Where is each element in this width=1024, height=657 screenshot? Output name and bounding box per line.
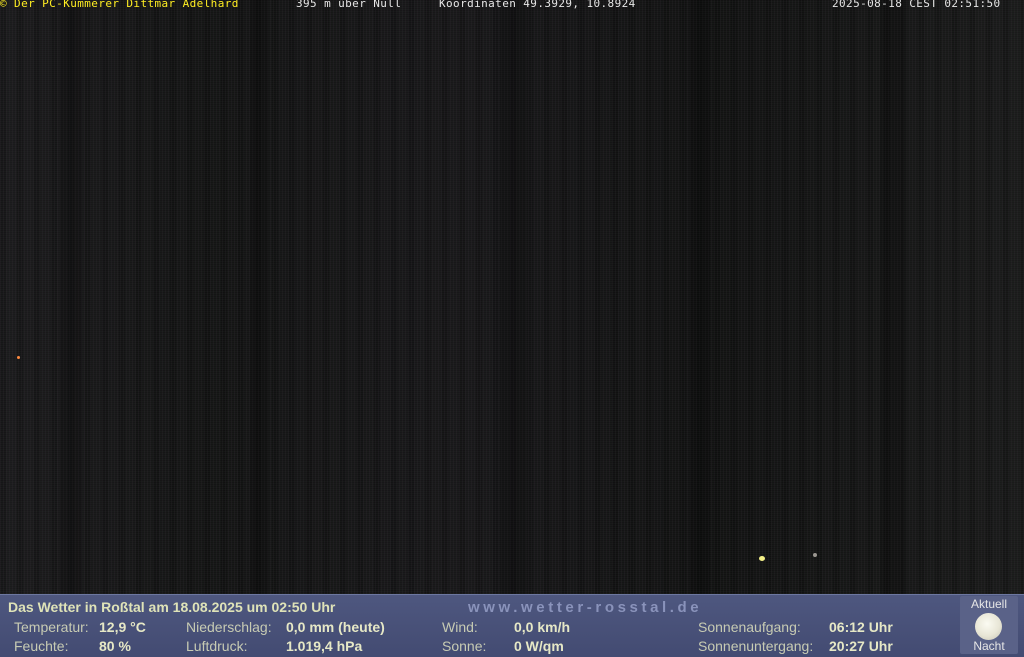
- wind-value: 0,0 km/h: [514, 619, 571, 635]
- temperature-value: 12,9 °C: [99, 619, 146, 635]
- precipitation-label: Niederschlag:: [186, 619, 272, 635]
- temperature-label: Temperatur:: [14, 619, 89, 635]
- sunrise-label: Sonnenaufgang:: [698, 619, 801, 635]
- weather-info-panel: Das Wetter in Roßtal am 18.08.2025 um 02…: [0, 594, 1024, 657]
- distant-light: [759, 556, 765, 561]
- sun-label: Sonne:: [442, 638, 487, 654]
- distant-light: [17, 356, 20, 359]
- pressure-label: Luftdruck:: [186, 638, 248, 654]
- camera-info-overlay: © Der PC-Kümmerer Dittmar Adelhard 395 m…: [0, 0, 1024, 12]
- image-noise-band: [500, 0, 526, 594]
- altitude-text: 395 m über Null: [296, 0, 402, 10]
- webcam-night-image: [0, 0, 1024, 601]
- sunset-value: 20:27 Uhr: [829, 638, 893, 654]
- sunrise-value: 06:12 Uhr: [829, 619, 893, 635]
- coordinates-text: Koordinaten 49.3929, 10.8924: [439, 0, 636, 10]
- humidity-label: Feuchte:: [14, 638, 69, 654]
- humidity-value: 80 %: [99, 638, 131, 654]
- website-url: www.wetter-rosstal.de: [468, 599, 703, 616]
- moon-current-label: Aktuell: [970, 597, 1008, 611]
- sunset-label: Sonnenuntergang:: [698, 638, 814, 654]
- sun-value: 0 W/qm: [514, 638, 564, 654]
- timestamp-text: 2025-08-18 CEST 02:51:50: [832, 0, 1001, 10]
- image-noise-band: [250, 0, 268, 594]
- distant-light: [813, 553, 817, 557]
- image-noise-band: [60, 0, 82, 594]
- wind-label: Wind:: [442, 619, 478, 635]
- image-noise-band: [880, 0, 904, 594]
- full-moon-icon: [975, 613, 1002, 640]
- weather-title: Das Wetter in Roßtal am 18.08.2025 um 02…: [8, 599, 336, 615]
- moon-night-label: Nacht: [973, 639, 1005, 653]
- copyright-text: © Der PC-Kümmerer Dittmar Adelhard: [0, 0, 239, 10]
- moon-phase-box: Aktuell Nacht: [960, 596, 1018, 654]
- precipitation-value: 0,0 mm (heute): [286, 619, 385, 635]
- pressure-value: 1.019,4 hPa: [286, 638, 363, 654]
- image-noise-band: [690, 0, 710, 594]
